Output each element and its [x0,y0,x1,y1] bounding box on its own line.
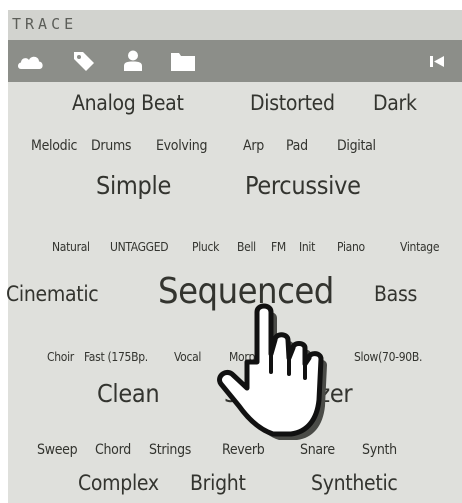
tag-chord[interactable]: Chord [95,443,131,457]
tag-cloud: Analog Beat Distorted Dark Melodic Drums… [0,0,462,503]
tag-vintage[interactable]: Vintage [400,241,440,253]
tag-distorted[interactable]: Distorted [250,93,335,114]
tag-melodic[interactable]: Melodic [31,139,77,153]
tag-simple[interactable]: Simple [96,173,171,198]
tag-strings[interactable]: Strings [149,443,191,457]
tag-vocal[interactable]: Vocal [174,351,201,363]
tag-percussive[interactable]: Percussive [245,173,361,198]
tag-init[interactable]: Init [299,241,315,253]
tag-synthetic[interactable]: Synthetic [311,473,398,494]
tag-arp[interactable]: Arp [243,139,264,153]
tag-evolving[interactable]: Evolving [156,139,207,153]
tag-digital[interactable]: Digital [337,139,376,153]
tag-pad[interactable]: Pad [286,139,308,153]
tag-pluck[interactable]: Pluck [192,241,219,253]
tag-choir[interactable]: Choir [47,351,74,363]
tag-synth[interactable]: Synth [362,443,397,457]
tag-reverb[interactable]: Reverb [222,443,265,457]
tag-fm[interactable]: FM [271,241,286,253]
tag-clean[interactable]: Clean [97,381,160,406]
tag-untagged[interactable]: UNTAGGED [110,241,169,253]
tag-dark[interactable]: Dark [373,93,417,114]
tag-complex[interactable]: Complex [78,473,159,494]
tag-sequenced[interactable]: Sequenced [158,274,334,310]
tag-fast-175bpm[interactable]: Fast (175Bp. [84,351,148,363]
tag-cinematic[interactable]: Cinematic [6,284,99,305]
tag-synthesizer[interactable]: Synthesizer [224,381,353,406]
tag-bass[interactable]: Bass [374,284,417,305]
tag-slow-70-90bpm[interactable]: Slow(70-90B. [354,351,422,363]
tag-natural[interactable]: Natural [52,241,90,253]
tag-drums[interactable]: Drums [91,139,132,153]
tag-morph[interactable]: Morph [229,351,262,363]
tag-dry[interactable]: Dry [288,351,307,363]
tag-bright[interactable]: Bright [190,473,246,494]
tag-bell[interactable]: Bell [237,241,256,253]
tag-sweep[interactable]: Sweep [37,443,78,457]
tag-piano[interactable]: Piano [337,241,365,253]
tag-snare[interactable]: Snare [300,443,335,457]
tag-analog-beat[interactable]: Analog Beat [72,93,184,114]
